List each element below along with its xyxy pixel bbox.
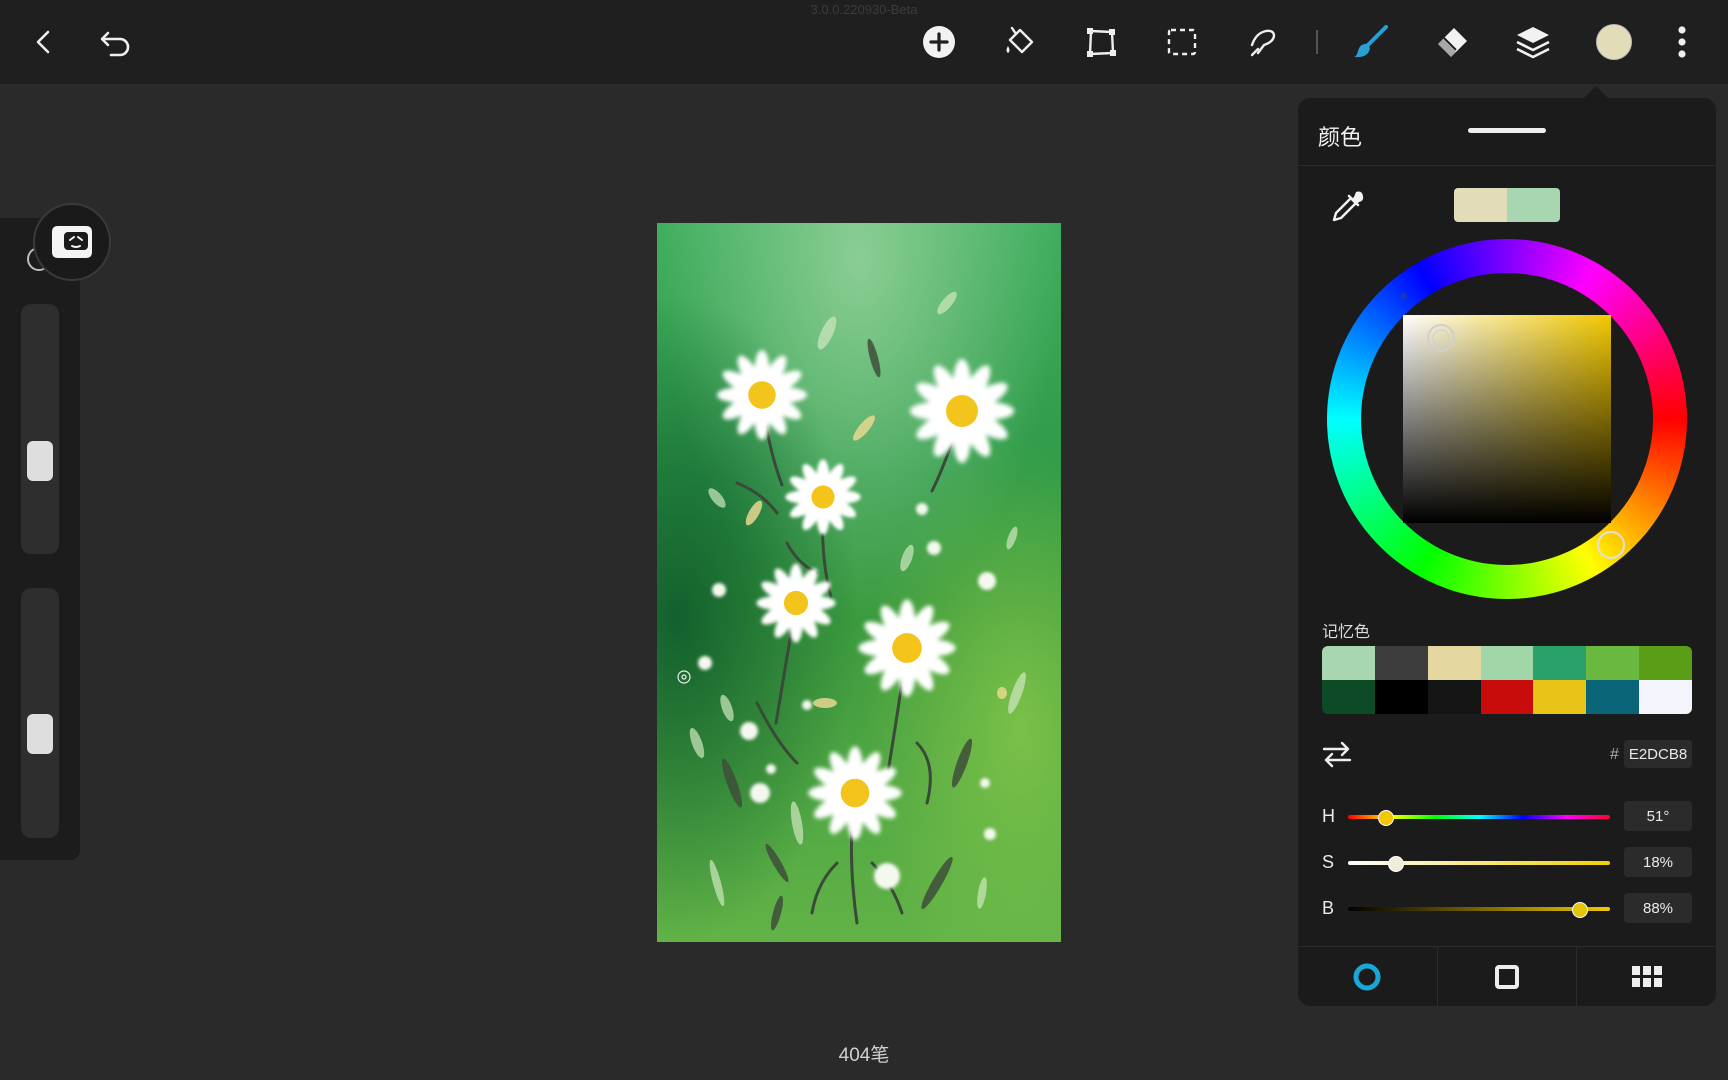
- brightness-slider-thumb[interactable]: [1571, 902, 1588, 918]
- add-button[interactable]: [913, 16, 965, 68]
- brightness-label: B: [1322, 898, 1335, 918]
- hue-slider[interactable]: [1348, 810, 1610, 826]
- eraser-button[interactable]: [1426, 16, 1478, 68]
- primary-swatch[interactable]: [1454, 188, 1507, 222]
- hue-label: H: [1322, 806, 1335, 826]
- memory-color-swatch[interactable]: [1374, 680, 1428, 714]
- layers-button[interactable]: [1507, 16, 1559, 68]
- smudge-button[interactable]: [1237, 16, 1289, 68]
- palette-grid-icon: [1631, 966, 1662, 987]
- saturation-slider[interactable]: [1348, 856, 1610, 872]
- smudge-icon: [1250, 29, 1276, 57]
- secondary-swatch[interactable]: [1507, 188, 1560, 222]
- color-mode-tabs: [1298, 946, 1716, 1007]
- tab-color-wheel[interactable]: [1298, 947, 1438, 1007]
- memory-color-swatch[interactable]: [1322, 646, 1375, 680]
- color-wheel[interactable]: [1326, 238, 1688, 600]
- saturation-label: S: [1322, 852, 1335, 872]
- swap-colors-button[interactable]: [1320, 740, 1354, 768]
- memory-colors-grid: [1322, 646, 1692, 714]
- panel-divider: [1298, 165, 1716, 166]
- transform-icon: [1087, 28, 1116, 57]
- memory-color-swatch[interactable]: [1480, 646, 1534, 680]
- fill-bucket-button[interactable]: [994, 16, 1046, 68]
- square-tab-icon: [1495, 965, 1519, 989]
- brush-opacity-thumb[interactable]: [27, 714, 53, 754]
- eyedropper-icon: [1332, 191, 1364, 222]
- more-button[interactable]: [1656, 16, 1708, 68]
- brush-opacity-slider[interactable]: [21, 588, 59, 838]
- toolbar-separator: [1316, 30, 1318, 54]
- eyedropper-button[interactable]: [1328, 186, 1368, 226]
- memory-colors-label: 记忆色: [1322, 624, 1371, 641]
- brush-button[interactable]: [1345, 16, 1397, 68]
- brush-preview-button[interactable]: [33, 203, 111, 281]
- transform-button[interactable]: [1075, 16, 1127, 68]
- add-icon: [923, 26, 955, 58]
- color-swatch-pair[interactable]: [1454, 188, 1560, 222]
- brush-size-slider[interactable]: [21, 304, 59, 554]
- back-button[interactable]: [18, 16, 70, 68]
- brightness-slider[interactable]: [1348, 902, 1610, 918]
- eraser-icon: [1438, 28, 1467, 57]
- color-button[interactable]: [1588, 16, 1640, 68]
- version-label: 3.0.0.220930-Beta: [810, 2, 918, 17]
- panel-title: 颜色: [1318, 125, 1363, 150]
- memory-color-swatch[interactable]: [1322, 680, 1375, 714]
- brush-library-icon: [52, 226, 92, 258]
- color-panel: 颜色 记忆色 # E2DCB8 H 51° S 18% B 88%: [1298, 98, 1716, 1007]
- undo-icon: [100, 31, 130, 57]
- selection-icon: [1167, 28, 1197, 56]
- chevron-left-icon: [36, 30, 50, 54]
- more-icon: [1678, 26, 1686, 58]
- memory-color-swatch[interactable]: [1533, 646, 1587, 680]
- layers-icon: [1516, 27, 1550, 59]
- memory-color-swatch[interactable]: [1427, 646, 1481, 680]
- swap-icon: [1322, 741, 1352, 768]
- tab-color-palettes[interactable]: [1577, 947, 1716, 1007]
- panel-pointer: [1584, 86, 1608, 98]
- hue-slider-thumb[interactable]: [1377, 810, 1394, 826]
- saturation-slider-thumb[interactable]: [1388, 856, 1405, 872]
- memory-color-swatch[interactable]: [1639, 646, 1692, 680]
- memory-color-swatch[interactable]: [1586, 646, 1640, 680]
- undo-button[interactable]: [90, 16, 142, 68]
- brush-size-thumb[interactable]: [27, 440, 53, 481]
- memory-color-swatch[interactable]: [1480, 680, 1534, 714]
- hex-prefix: #: [1610, 746, 1619, 763]
- memory-color-swatch[interactable]: [1374, 646, 1428, 680]
- stroke-count: 404笔: [838, 1045, 890, 1066]
- wheel-tab-icon: [1353, 963, 1381, 991]
- brush-icon: [1354, 25, 1388, 58]
- selection-button[interactable]: [1156, 16, 1208, 68]
- memory-color-swatch[interactable]: [1639, 680, 1692, 714]
- drawing-canvas[interactable]: [657, 223, 1061, 942]
- memory-color-swatch[interactable]: [1427, 680, 1481, 714]
- memory-color-swatch[interactable]: [1533, 680, 1587, 714]
- brightness-value-field[interactable]: 88%: [1624, 893, 1692, 923]
- color-icon: [1596, 24, 1632, 60]
- top-toolbar: 3.0.0.220930-Beta: [0, 0, 1728, 84]
- hex-input[interactable]: E2DCB8: [1624, 740, 1692, 768]
- saturation-value-field[interactable]: 18%: [1624, 847, 1692, 877]
- tab-color-square[interactable]: [1438, 947, 1578, 1007]
- hue-value-field[interactable]: 51°: [1624, 801, 1692, 831]
- left-sidebar: [0, 218, 80, 860]
- panel-drag-handle[interactable]: [1468, 128, 1546, 133]
- daisy-painting: [657, 223, 1061, 942]
- memory-color-swatch[interactable]: [1586, 680, 1640, 714]
- fill-bucket-icon: [1006, 26, 1034, 54]
